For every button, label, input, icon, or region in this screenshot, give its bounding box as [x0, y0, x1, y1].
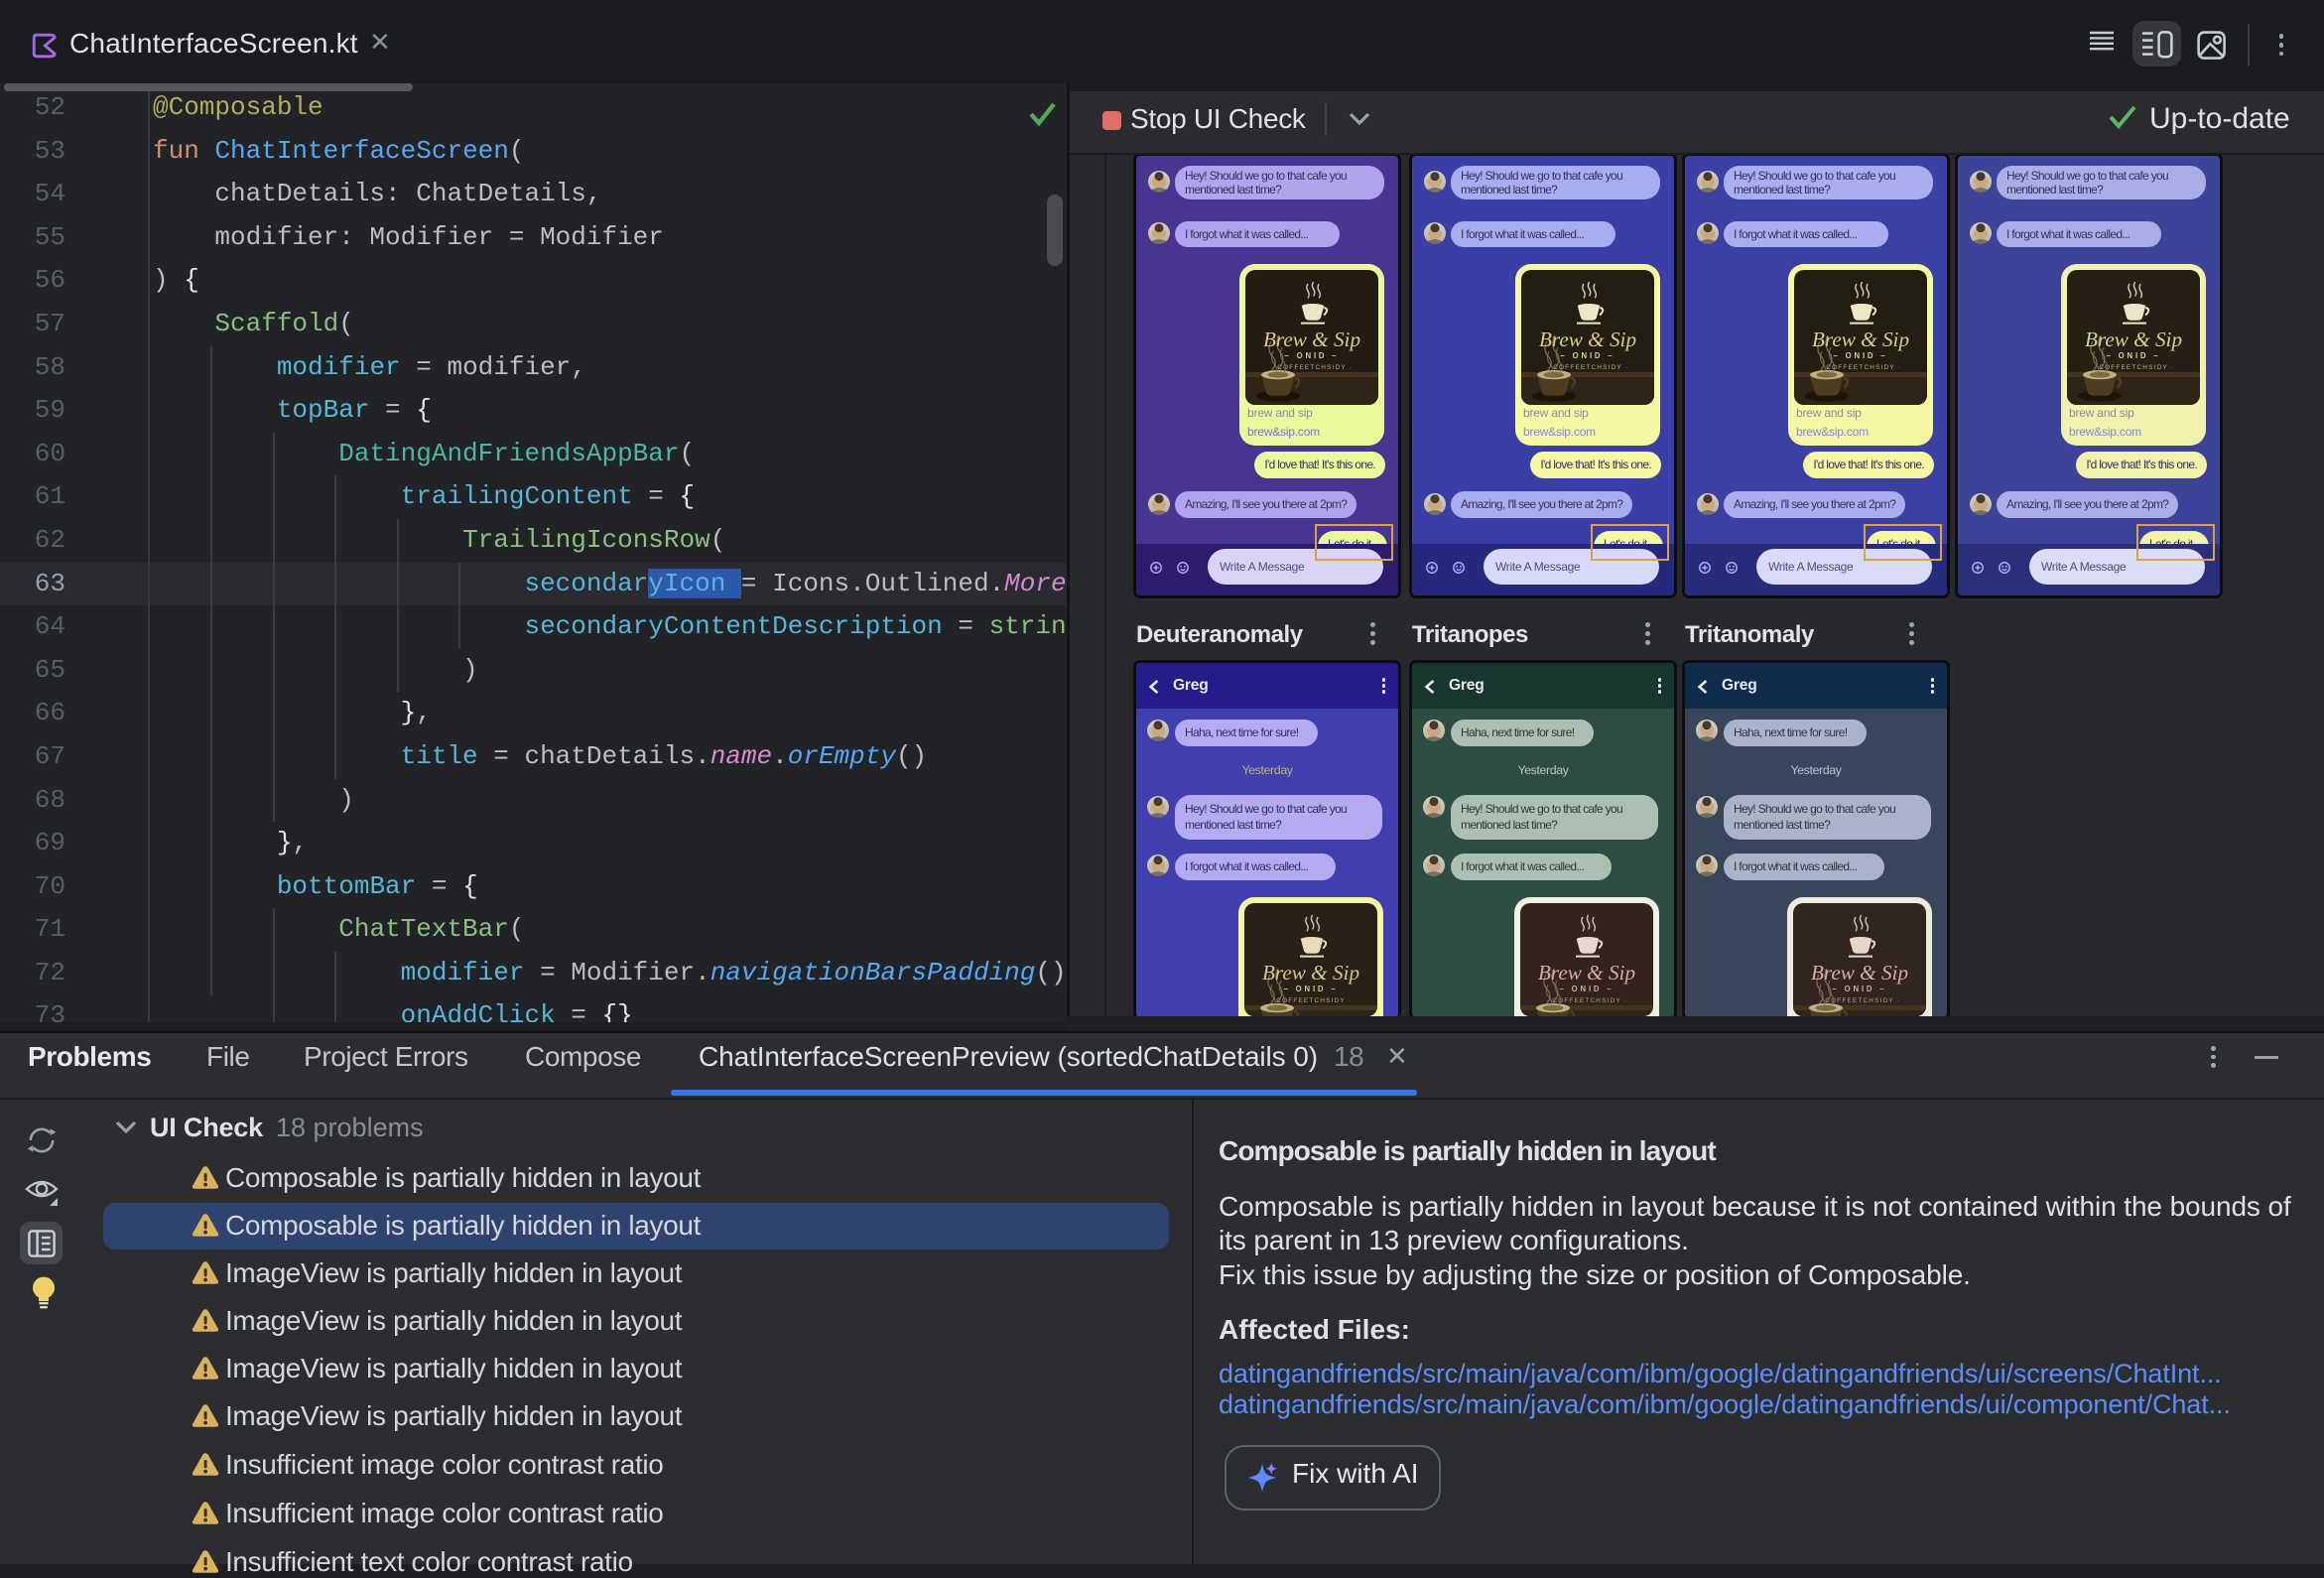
svg-text:· COFFEETCHSIDY ·: · COFFEETCHSIDY · — [1819, 997, 1900, 1004]
svg-text:– ONID –: – ONID – — [1833, 985, 1887, 993]
svg-text:· COFFEETCHSIDY ·: · COFFEETCHSIDY · — [1270, 997, 1352, 1004]
svg-text:· COFFEETCHSIDY ·: · COFFEETCHSIDY · — [2093, 364, 2174, 371]
svg-text:– ONID –: – ONID – — [1284, 985, 1339, 993]
svg-text:– ONID –: – ONID – — [1834, 351, 1888, 360]
svg-text:– ONID –: – ONID – — [1561, 351, 1615, 360]
svg-text:· COFFEETCHSIDY ·: · COFFEETCHSIDY · — [1547, 364, 1628, 371]
svg-text:· COFFEETCHSIDY ·: · COFFEETCHSIDY · — [1271, 364, 1353, 371]
svg-text:– ONID –: – ONID – — [1285, 351, 1340, 360]
svg-text:· COFFEETCHSIDY ·: · COFFEETCHSIDY · — [1546, 997, 1627, 1004]
svg-text:– ONID –: – ONID – — [2107, 351, 2161, 360]
svg-text:· COFFEETCHSIDY ·: · COFFEETCHSIDY · — [1820, 364, 1901, 371]
svg-text:– ONID –: – ONID – — [1560, 985, 1614, 993]
